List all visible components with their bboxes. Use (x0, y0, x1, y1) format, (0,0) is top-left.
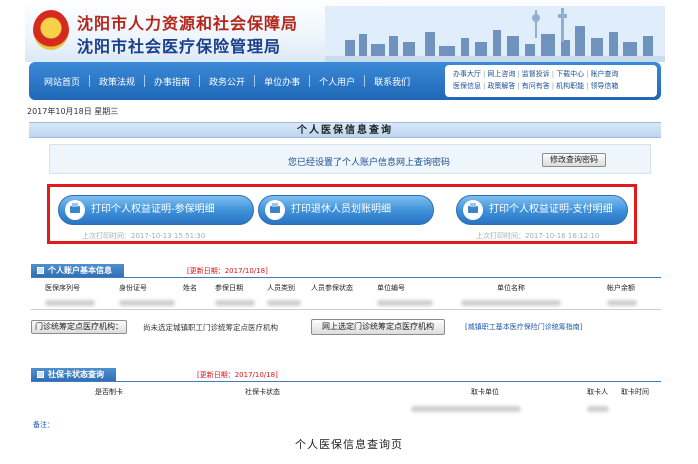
update-date: [更新日期：2017/10/18] (197, 371, 278, 379)
quick-link-account-query[interactable]: 账户查询 (588, 68, 620, 80)
last-print-time: 上次打印时间：2017-10-16 16:12:10 (476, 232, 600, 240)
password-notice: 您已经设置了个人账户信息网上查询密码 修改查询密码 (49, 144, 651, 174)
account-table-header: 医保序列号 身份证号 姓名 参保日期 人员类别 人员参保状态 单位编号 单位名称… (31, 280, 661, 294)
nav-item-public-affairs[interactable]: 政务公开 (200, 75, 254, 88)
quick-link-insurance-info[interactable]: 医保信息 (451, 80, 483, 92)
column-header: 人员类别 (267, 284, 295, 292)
table-row (31, 402, 661, 416)
column-header: 参保日期 (215, 284, 243, 292)
section-tab: 个人账户基本信息 (31, 264, 124, 278)
quick-link-download[interactable]: 下载中心 (554, 68, 586, 80)
org-name-line2: 沈阳市社会医疗保险管理局 (77, 37, 282, 56)
account-info-section-header: 个人账户基本信息 [更新日期：2017/10/18] (31, 264, 661, 278)
quick-links-panel: 办事大厅 | 网上咨询 | 监督投诉 | 下载中心 | 账户查询 医保信息 | 政策解答 |… (445, 65, 657, 97)
clinic-status-text: 尚未选定城镇职工门诊统筹定点医疗机构 (143, 323, 278, 332)
column-header: 取卡时间 (621, 388, 649, 396)
card-table-header: 是否制卡 社保卡状态 取卡单位 取卡人 取卡时间 (31, 384, 661, 398)
clinic-label: 门诊统筹定点医疗机构： (31, 320, 127, 334)
clinic-guide-link[interactable]: [城镇职工基本医疗保险门诊统筹指南] (465, 322, 582, 332)
section-divider (31, 381, 661, 382)
redacted-value (607, 300, 637, 306)
site-header: ★ 沈阳市人力资源和社会保障局 沈阳市社会医疗保险管理局 (25, 0, 665, 62)
column-header: 姓名 (183, 284, 197, 292)
quick-link-functions[interactable]: 机构职能 (554, 80, 586, 92)
password-notice-text: 您已经设置了个人账户信息网上查询密码 (288, 158, 451, 168)
nav-item-policy[interactable]: 政策法规 (90, 75, 144, 88)
table-row (31, 296, 661, 310)
page-title: 个人医保信息查询 (29, 122, 661, 138)
column-header: 医保序列号 (45, 284, 80, 292)
redacted-value (215, 300, 255, 306)
nav-item-guide[interactable]: 办事指南 (145, 75, 199, 88)
section-tab: 社保卡状态查询 (31, 368, 116, 382)
redacted-value (119, 300, 175, 306)
nav-item-unit-services[interactable]: 单位办事 (255, 75, 309, 88)
main-nav-bar: 网站首页 政策法规 办事指南 政务公开 单位办事 个人用户 联系我们 办事大厅 |… (29, 62, 661, 100)
update-date: [更新日期：2017/10/18] (187, 267, 268, 275)
column-header: 取卡单位 (471, 388, 499, 396)
current-date: 2017年10月18日 星期三 (27, 107, 119, 116)
main-nav-items: 网站首页 政策法规 办事指南 政务公开 单位办事 个人用户 联系我们 (35, 72, 419, 90)
redacted-value (411, 406, 521, 412)
column-header: 帐户余额 (607, 284, 635, 292)
column-header: 身份证号 (119, 284, 147, 292)
select-clinic-button[interactable]: 网上选定门诊统筹定点医疗机构 (311, 319, 445, 335)
redacted-value (45, 300, 95, 306)
column-header: 单位编号 (377, 284, 405, 292)
city-skyline-banner (325, 6, 665, 62)
clinic-row: 门诊统筹定点医疗机构： 尚未选定城镇职工门诊统筹定点医疗机构 网上选定门诊统筹定… (31, 318, 661, 336)
memo-label: 备注： (33, 421, 54, 429)
print-buttons-highlight: 打印个人权益证明-参保明细 打印退休人员划账明细 打印个人权益证明-支付明细 上… (47, 184, 637, 244)
print-retiree-account-button[interactable]: 打印退休人员划账明细 (258, 195, 434, 225)
change-password-button[interactable]: 修改查询密码 (542, 153, 606, 167)
figure-caption: 个人医保信息查询页 (295, 438, 403, 451)
print-insurance-detail-button[interactable]: 打印个人权益证明-参保明细 (58, 195, 254, 225)
nav-item-personal-user[interactable]: 个人用户 (310, 75, 364, 88)
column-header: 取卡人 (587, 388, 608, 396)
column-header: 人员参保状态 (311, 284, 353, 292)
column-header: 是否制卡 (95, 388, 123, 396)
column-header: 单位名称 (497, 284, 525, 292)
quick-link-service-hall[interactable]: 办事大厅 (451, 68, 483, 80)
last-print-time: 上次打印时间：2017-10-13 15:51:30 (82, 232, 206, 240)
section-square-icon (37, 267, 44, 274)
print-payment-detail-button[interactable]: 打印个人权益证明-支付明细 (456, 195, 628, 225)
printer-icon (463, 200, 483, 220)
redacted-value (461, 300, 561, 306)
redacted-value (377, 300, 433, 306)
org-name-line1: 沈阳市人力资源和社会保障局 (77, 14, 299, 33)
section-square-icon (37, 371, 44, 378)
quick-link-policy-answers[interactable]: 政策解答 (485, 80, 517, 92)
nav-item-contact[interactable]: 联系我们 (365, 75, 419, 88)
quick-link-leader-mailbox[interactable]: 领导信箱 (588, 80, 620, 92)
page-frame: ★ 沈阳市人力资源和社会保障局 沈阳市社会医疗保险管理局 网站首页 政策法规 办… (25, 0, 665, 430)
quick-links-row: 办事大厅 | 网上咨询 | 监督投诉 | 下载中心 | 账户查询 (451, 68, 620, 80)
quick-link-qa[interactable]: 有问有答 (520, 80, 552, 92)
printer-icon (65, 200, 85, 220)
printer-icon (265, 200, 285, 220)
quick-link-online-consult[interactable]: 网上咨询 (485, 68, 517, 80)
national-emblem-icon: ★ (33, 10, 69, 50)
quick-links-row: 医保信息 | 政策解答 | 有问有答 | 机构职能 | 领导信箱 (451, 80, 620, 92)
card-status-section-header: 社保卡状态查询 [更新日期：2017/10/18] (31, 368, 661, 382)
redacted-value (587, 406, 609, 412)
section-divider (31, 277, 661, 278)
quick-link-complaint[interactable]: 监督投诉 (520, 68, 552, 80)
nav-item-home[interactable]: 网站首页 (35, 75, 89, 88)
column-header: 社保卡状态 (245, 388, 280, 396)
redacted-value (267, 300, 301, 306)
